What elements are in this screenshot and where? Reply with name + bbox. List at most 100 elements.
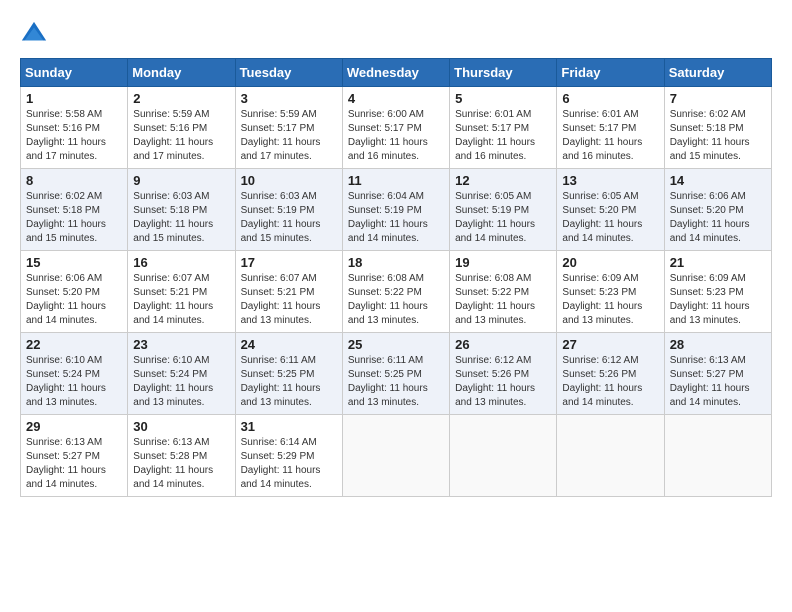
day-number: 24 (241, 337, 337, 352)
day-info: Sunrise: 6:13 AMSunset: 5:27 PMDaylight:… (670, 354, 766, 410)
day-info: Sunrise: 6:00 AMSunset: 5:17 PMDaylight:… (348, 108, 444, 164)
calendar-day-cell: 14 Sunrise: 6:06 AMSunset: 5:20 PMDayligh… (664, 169, 771, 251)
calendar-day-cell: 13 Sunrise: 6:05 AMSunset: 5:20 PMDayligh… (557, 169, 664, 251)
day-info: Sunrise: 6:11 AMSunset: 5:25 PMDaylight:… (348, 354, 444, 410)
calendar-day-cell: 16 Sunrise: 6:07 AMSunset: 5:21 PMDayligh… (128, 251, 235, 333)
day-info: Sunrise: 6:11 AMSunset: 5:25 PMDaylight:… (241, 354, 337, 410)
day-info: Sunrise: 6:08 AMSunset: 5:22 PMDaylight:… (348, 272, 444, 328)
day-info: Sunrise: 6:06 AMSunset: 5:20 PMDaylight:… (670, 190, 766, 246)
day-number: 31 (241, 419, 337, 434)
day-number: 3 (241, 91, 337, 106)
calendar-day-cell: 3 Sunrise: 5:59 AMSunset: 5:17 PMDaylight… (235, 87, 342, 169)
calendar-week-row: 15 Sunrise: 6:06 AMSunset: 5:20 PMDayligh… (21, 251, 772, 333)
day-info: Sunrise: 6:07 AMSunset: 5:21 PMDaylight:… (133, 272, 229, 328)
day-number: 19 (455, 255, 551, 270)
day-number: 12 (455, 173, 551, 188)
calendar-day-cell: 4 Sunrise: 6:00 AMSunset: 5:17 PMDaylight… (342, 87, 449, 169)
day-number: 2 (133, 91, 229, 106)
day-info: Sunrise: 6:06 AMSunset: 5:20 PMDaylight:… (26, 272, 122, 328)
calendar-week-row: 29Sunrise: 6:13 AMSunset: 5:27 PMDayligh… (21, 415, 772, 497)
day-number: 11 (348, 173, 444, 188)
calendar-day-cell: 10Sunrise: 6:03 AMSunset: 5:19 PMDayligh… (235, 169, 342, 251)
day-of-week-header: Saturday (664, 59, 771, 87)
day-number: 14 (670, 173, 766, 188)
calendar-day-cell: 1 Sunrise: 5:58 AMSunset: 5:16 PMDaylight… (21, 87, 128, 169)
day-info: Sunrise: 6:04 AMSunset: 5:19 PMDaylight:… (348, 190, 444, 246)
calendar-day-cell: 9Sunrise: 6:03 AMSunset: 5:18 PMDaylight… (128, 169, 235, 251)
calendar-day-cell: 8Sunrise: 6:02 AMSunset: 5:18 PMDaylight… (21, 169, 128, 251)
calendar-day-cell: 25Sunrise: 6:11 AMSunset: 5:25 PMDayligh… (342, 333, 449, 415)
calendar-week-row: 8Sunrise: 6:02 AMSunset: 5:18 PMDaylight… (21, 169, 772, 251)
calendar-week-row: 22 Sunrise: 6:10 AMSunset: 5:24 PMDayligh… (21, 333, 772, 415)
page-header (20, 20, 772, 48)
day-number: 13 (562, 173, 658, 188)
day-info: Sunrise: 6:10 AMSunset: 5:24 PMDaylight:… (26, 354, 122, 410)
day-of-week-header: Thursday (450, 59, 557, 87)
calendar-day-cell: 17 Sunrise: 6:07 AMSunset: 5:21 PMDayligh… (235, 251, 342, 333)
day-info: Sunrise: 6:01 AMSunset: 5:17 PMDaylight:… (562, 108, 658, 164)
day-number: 7 (670, 91, 766, 106)
calendar-day-cell: 30 Sunrise: 6:13 AMSunset: 5:28 PMDayligh… (128, 415, 235, 497)
day-info: Sunrise: 6:14 AMSunset: 5:29 PMDaylight:… (241, 436, 337, 492)
day-number: 22 (26, 337, 122, 352)
day-info: Sunrise: 6:12 AMSunset: 5:26 PMDaylight:… (455, 354, 551, 410)
day-info: Sunrise: 5:58 AMSunset: 5:16 PMDaylight:… (26, 108, 122, 164)
day-number: 23 (133, 337, 229, 352)
calendar-day-cell: 27 Sunrise: 6:12 AMSunset: 5:26 PMDayligh… (557, 333, 664, 415)
calendar-day-cell: 21 Sunrise: 6:09 AMSunset: 5:23 PMDayligh… (664, 251, 771, 333)
day-info: Sunrise: 6:01 AMSunset: 5:17 PMDaylight:… (455, 108, 551, 164)
logo (20, 20, 52, 48)
calendar-day-cell: 28Sunrise: 6:13 AMSunset: 5:27 PMDayligh… (664, 333, 771, 415)
logo-icon (20, 20, 48, 48)
day-number: 17 (241, 255, 337, 270)
day-number: 1 (26, 91, 122, 106)
calendar-day-cell: 24 Sunrise: 6:11 AMSunset: 5:25 PMDayligh… (235, 333, 342, 415)
day-info: Sunrise: 6:08 AMSunset: 5:22 PMDaylight:… (455, 272, 551, 328)
calendar-day-cell: 6Sunrise: 6:01 AMSunset: 5:17 PMDaylight… (557, 87, 664, 169)
calendar-header-row: SundayMondayTuesdayWednesdayThursdayFrid… (21, 59, 772, 87)
day-number: 16 (133, 255, 229, 270)
day-info: Sunrise: 6:02 AMSunset: 5:18 PMDaylight:… (670, 108, 766, 164)
day-number: 4 (348, 91, 444, 106)
calendar-day-cell: 31 Sunrise: 6:14 AMSunset: 5:29 PMDayligh… (235, 415, 342, 497)
calendar-day-cell: 26Sunrise: 6:12 AMSunset: 5:26 PMDayligh… (450, 333, 557, 415)
day-of-week-header: Friday (557, 59, 664, 87)
calendar-day-cell: 5Sunrise: 6:01 AMSunset: 5:17 PMDaylight… (450, 87, 557, 169)
calendar-day-cell: 22 Sunrise: 6:10 AMSunset: 5:24 PMDayligh… (21, 333, 128, 415)
calendar-day-cell: 20 Sunrise: 6:09 AMSunset: 5:23 PMDayligh… (557, 251, 664, 333)
day-info: Sunrise: 5:59 AMSunset: 5:16 PMDaylight:… (133, 108, 229, 164)
day-info: Sunrise: 6:02 AMSunset: 5:18 PMDaylight:… (26, 190, 122, 246)
calendar-day-cell: 23Sunrise: 6:10 AMSunset: 5:24 PMDayligh… (128, 333, 235, 415)
day-info: Sunrise: 6:12 AMSunset: 5:26 PMDaylight:… (562, 354, 658, 410)
calendar-day-cell (557, 415, 664, 497)
calendar-day-cell (664, 415, 771, 497)
day-number: 20 (562, 255, 658, 270)
calendar-day-cell: 18 Sunrise: 6:08 AMSunset: 5:22 PMDayligh… (342, 251, 449, 333)
day-of-week-header: Wednesday (342, 59, 449, 87)
day-number: 30 (133, 419, 229, 434)
day-number: 27 (562, 337, 658, 352)
calendar-week-row: 1 Sunrise: 5:58 AMSunset: 5:16 PMDaylight… (21, 87, 772, 169)
calendar-day-cell: 15 Sunrise: 6:06 AMSunset: 5:20 PMDayligh… (21, 251, 128, 333)
calendar-day-cell (342, 415, 449, 497)
day-info: Sunrise: 6:05 AMSunset: 5:20 PMDaylight:… (562, 190, 658, 246)
day-info: Sunrise: 5:59 AMSunset: 5:17 PMDaylight:… (241, 108, 337, 164)
day-info: Sunrise: 6:13 AMSunset: 5:28 PMDaylight:… (133, 436, 229, 492)
calendar-day-cell: 11 Sunrise: 6:04 AMSunset: 5:19 PMDayligh… (342, 169, 449, 251)
day-of-week-header: Tuesday (235, 59, 342, 87)
day-number: 9 (133, 173, 229, 188)
day-number: 18 (348, 255, 444, 270)
day-of-week-header: Monday (128, 59, 235, 87)
calendar-table: SundayMondayTuesdayWednesdayThursdayFrid… (20, 58, 772, 497)
calendar-day-cell: 7 Sunrise: 6:02 AMSunset: 5:18 PMDaylight… (664, 87, 771, 169)
day-info: Sunrise: 6:09 AMSunset: 5:23 PMDaylight:… (670, 272, 766, 328)
day-number: 21 (670, 255, 766, 270)
calendar-day-cell: 2 Sunrise: 5:59 AMSunset: 5:16 PMDaylight… (128, 87, 235, 169)
calendar-day-cell (450, 415, 557, 497)
calendar-day-cell: 19 Sunrise: 6:08 AMSunset: 5:22 PMDayligh… (450, 251, 557, 333)
day-number: 15 (26, 255, 122, 270)
day-info: Sunrise: 6:09 AMSunset: 5:23 PMDaylight:… (562, 272, 658, 328)
day-info: Sunrise: 6:07 AMSunset: 5:21 PMDaylight:… (241, 272, 337, 328)
calendar-day-cell: 12 Sunrise: 6:05 AMSunset: 5:19 PMDayligh… (450, 169, 557, 251)
day-info: Sunrise: 6:05 AMSunset: 5:19 PMDaylight:… (455, 190, 551, 246)
